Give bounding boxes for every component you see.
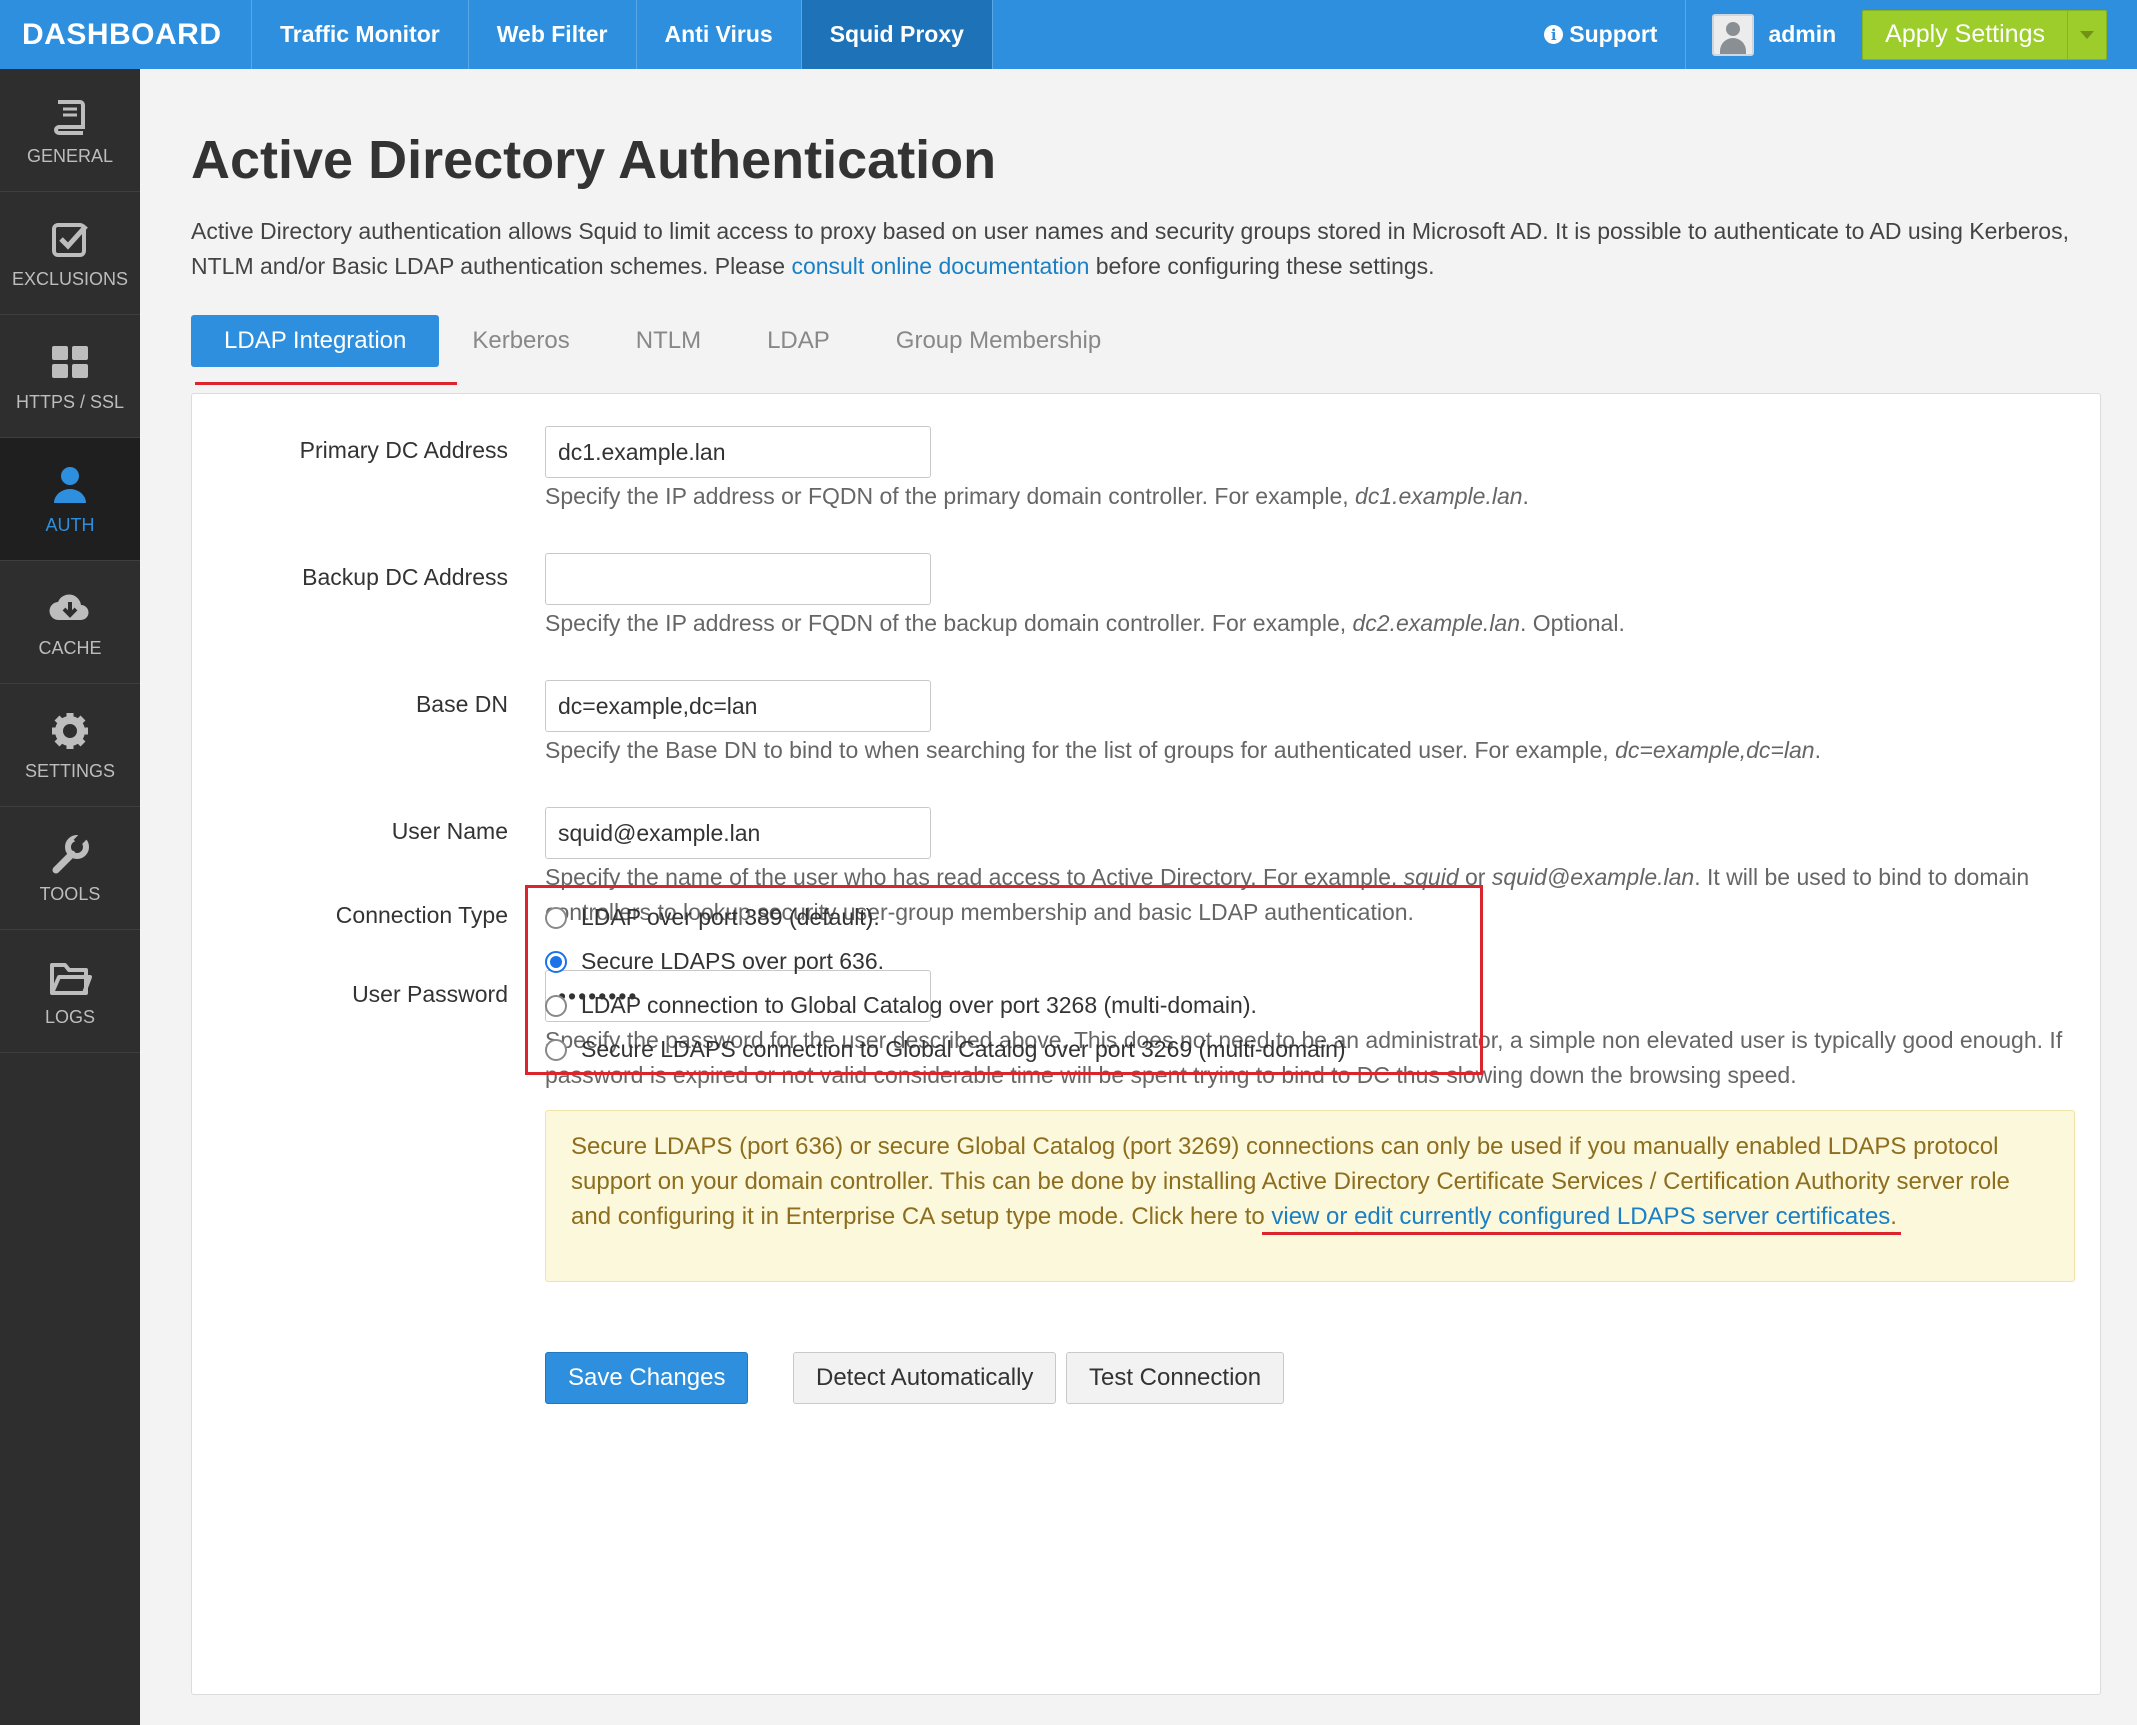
save-changes-button[interactable]: Save Changes (545, 1352, 749, 1404)
wrench-icon (52, 832, 89, 873)
sidebar-item-settings[interactable]: SETTINGS (0, 684, 140, 807)
sidebar-item-https-ssl[interactable]: HTTPS / SSL (0, 315, 140, 438)
sidebar-item-cache[interactable]: CACHE (0, 561, 140, 684)
radio-gc-3269[interactable]: Secure LDAPS connection to Global Catalo… (545, 1036, 1346, 1063)
sidebar-item-logs[interactable]: LOGS (0, 930, 140, 1053)
sidebar-item-label: GENERAL (26, 145, 114, 166)
sidebar-item-label: HTTPS / SSL (15, 391, 125, 412)
ldaps-warning-alert: Secure LDAPS (port 636) or secure Global… (545, 1110, 2075, 1282)
sidebar-item-auth[interactable]: AUTH (0, 438, 140, 561)
tab-highlight-underline (195, 382, 457, 385)
primary-dc-help: Specify the IP address or FQDN of the pr… (545, 483, 1529, 509)
base-dn-label: Base DN (415, 691, 508, 717)
radio-button[interactable] (545, 906, 567, 929)
primary-dc-input[interactable] (545, 426, 931, 478)
form-panel: Primary DC Address Specify the IP addres… (191, 393, 2101, 1695)
top-nav: Traffic Monitor Web Filter Anti Virus Sq… (252, 0, 993, 69)
tab-group-membership[interactable]: Group Membership (863, 315, 1134, 367)
page-title: Active Directory Authentication (191, 130, 997, 190)
user-menu[interactable]: admin (1686, 0, 1862, 69)
nav-web-filter[interactable]: Web Filter (469, 0, 637, 69)
primary-dc-label: Primary DC Address (299, 437, 508, 463)
link-highlight-underline (1262, 1232, 1902, 1235)
gear-icon (52, 712, 88, 749)
support-label: Support (1569, 21, 1658, 47)
apply-settings-button[interactable]: Apply Settings (1863, 10, 2068, 59)
radio-gc-3268[interactable]: LDAP connection to Global Catalog over p… (545, 992, 1257, 1019)
user-icon (54, 466, 86, 503)
nav-squid-proxy[interactable]: Squid Proxy (801, 0, 993, 69)
apply-settings-group: Apply Settings (1862, 9, 2107, 60)
info-icon: i (1544, 25, 1564, 44)
backup-dc-input[interactable] (545, 553, 931, 605)
ldaps-certificates-link[interactable]: view or edit currently configured LDAPS … (1271, 1203, 1890, 1230)
tab-ntlm[interactable]: NTLM (603, 315, 734, 367)
support-link[interactable]: i Support (1516, 0, 1687, 69)
sidebar-item-exclusions[interactable]: EXCLUSIONS (0, 192, 140, 315)
page-description: Active Directory authentication allows S… (191, 218, 2069, 279)
radio-button[interactable] (545, 994, 567, 1017)
sidebar-item-label: CACHE (38, 637, 102, 658)
nav-anti-virus[interactable]: Anti Virus (637, 0, 802, 69)
tab-ldap[interactable]: LDAP (734, 315, 863, 367)
sidebar-item-label: AUTH (45, 514, 95, 535)
sidebar-item-label: LOGS (44, 1006, 96, 1027)
cloud-download-icon (49, 594, 89, 620)
tabs: LDAP Integration Kerberos NTLM LDAP Grou… (191, 315, 1134, 367)
sidebar-item-label: TOOLS (39, 883, 101, 904)
sidebar-item-tools[interactable]: TOOLS (0, 807, 140, 930)
user-name-label: User Name (391, 818, 508, 844)
brand-logo[interactable]: DASHBOARD (0, 0, 252, 69)
test-connection-button[interactable]: Test Connection (1066, 1352, 1285, 1404)
top-right-area: i Support admin Apply Settings (1516, 0, 2137, 69)
radio-ldaps-636[interactable]: Secure LDAPS over port 636. (545, 948, 884, 975)
checkbox-icon (52, 222, 88, 257)
avatar (1712, 13, 1755, 56)
detect-automatically-button[interactable]: Detect Automatically (793, 1352, 1057, 1404)
user-password-label: User Password (352, 981, 508, 1007)
folder-icon (50, 962, 92, 995)
base-dn-help: Specify the Base DN to bind to when sear… (545, 737, 1821, 763)
sidebar-item-label: SETTINGS (24, 760, 115, 781)
user-name-input[interactable] (545, 807, 931, 859)
book-icon (54, 99, 85, 135)
radio-button[interactable] (545, 1038, 567, 1061)
sidebar: GENERAL EXCLUSIONS HTTPS / SSL AUTH CACH… (0, 69, 140, 1725)
nav-traffic-monitor[interactable]: Traffic Monitor (252, 0, 469, 69)
apply-dropdown-toggle[interactable] (2068, 11, 2106, 59)
sidebar-item-label: EXCLUSIONS (11, 268, 129, 289)
base-dn-input[interactable] (545, 680, 931, 732)
top-navbar: DASHBOARD Traffic Monitor Web Filter Ant… (0, 0, 2137, 69)
caret-down-icon (2080, 30, 2094, 39)
connection-type-label: Connection Type (335, 902, 508, 928)
backup-dc-help: Specify the IP address or FQDN of the ba… (545, 610, 1625, 636)
grid-icon (52, 345, 88, 378)
backup-dc-label: Backup DC Address (302, 564, 508, 590)
main-content: Active Directory Authentication Active D… (140, 69, 2137, 1725)
sidebar-item-general[interactable]: GENERAL (0, 69, 140, 192)
documentation-link[interactable]: consult online documentation (791, 253, 1089, 279)
radio-ldap-389[interactable]: LDAP over port 389 (default). (545, 904, 880, 931)
tab-kerberos[interactable]: Kerberos (439, 315, 602, 367)
tab-ldap-integration[interactable]: LDAP Integration (191, 315, 440, 367)
user-name: admin (1768, 21, 1837, 47)
radio-button-checked[interactable] (545, 950, 567, 973)
